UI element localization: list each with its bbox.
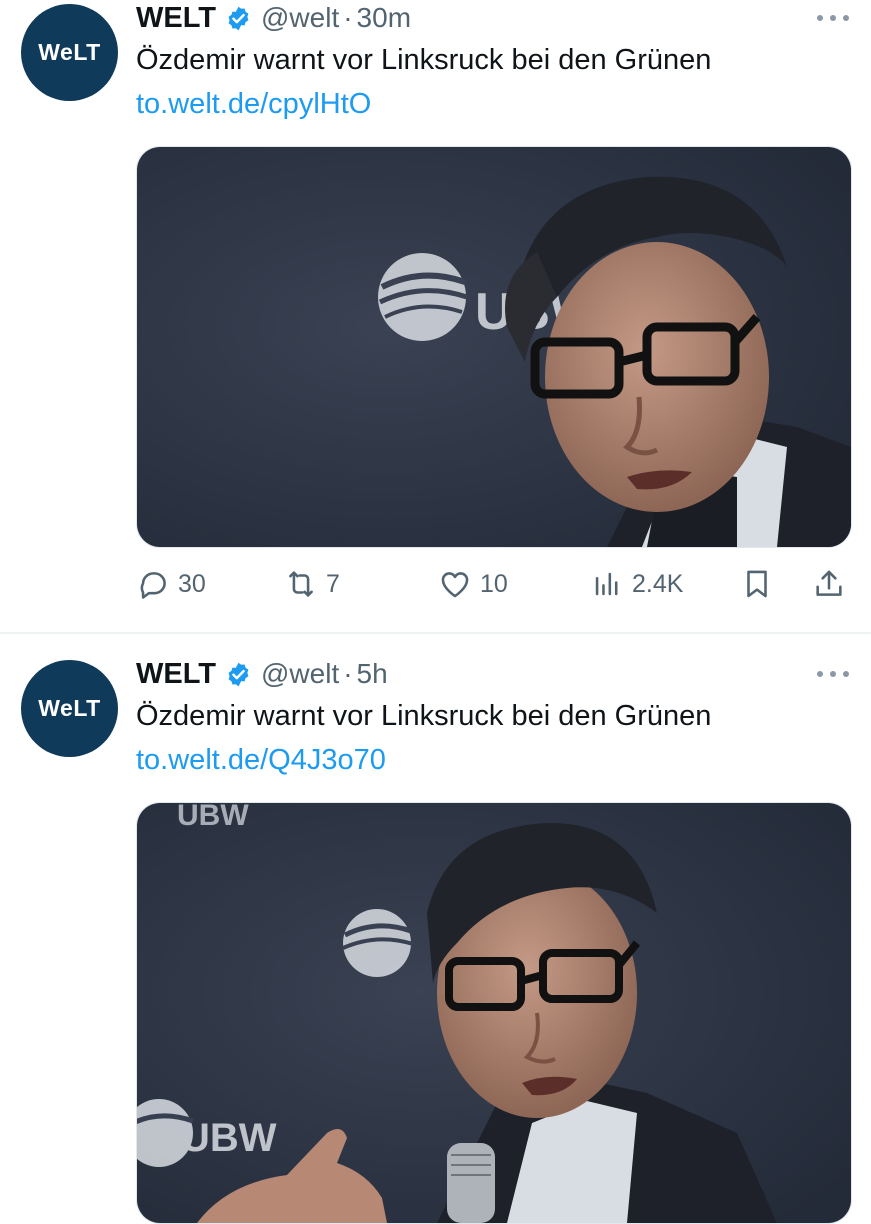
- reply-count: 30: [178, 569, 206, 598]
- background-logo-text: UBW: [181, 1116, 277, 1160]
- retweet-icon: [289, 571, 313, 597]
- like-icon: [441, 572, 469, 598]
- more-options-icon[interactable]: [817, 664, 849, 684]
- tweet-text: Özdemir warnt vor Linksruck bei den Grün…: [136, 44, 712, 76]
- avatar-logo-text: WeLT: [38, 39, 101, 65]
- tweet-photo: UBW UBW: [137, 803, 851, 1223]
- tweet-header: WELT @welt · 30m: [136, 0, 411, 36]
- author-name[interactable]: WELT: [136, 658, 216, 691]
- tweet-image[interactable]: UBW: [136, 146, 852, 548]
- avatar-logo-text: WeLT: [38, 695, 101, 721]
- timestamp[interactable]: 30m: [357, 2, 411, 34]
- reply-button[interactable]: 30: [136, 562, 206, 606]
- reply-icon: [140, 572, 166, 599]
- tweet-image[interactable]: UBW UBW: [136, 802, 852, 1224]
- verified-badge-icon: [228, 662, 249, 686]
- tweet-link[interactable]: to.welt.de/cpylHtO: [136, 88, 371, 121]
- avatar[interactable]: WeLT: [21, 660, 118, 757]
- bookmark-icon: [747, 570, 767, 598]
- tweet-text: Özdemir warnt vor Linksruck bei den Grün…: [136, 700, 712, 732]
- verified-badge-icon: [228, 6, 249, 30]
- retweet-button[interactable]: 7: [284, 562, 340, 606]
- avatar[interactable]: WeLT: [21, 4, 118, 101]
- retweet-count: 7: [326, 569, 340, 598]
- separator-dot: ·: [343, 658, 353, 689]
- more-options-icon[interactable]: [817, 8, 849, 28]
- author-handle[interactable]: @welt: [261, 2, 339, 34]
- views-button[interactable]: 2.4K: [590, 562, 683, 606]
- author-name[interactable]: WELT: [136, 2, 216, 35]
- tweet-actions: 30 7 10 2.4K: [136, 562, 850, 606]
- tweet[interactable]: WeLT WELT @welt · 5h Özdemir warnt vor L…: [0, 634, 871, 1224]
- bookmark-button[interactable]: [740, 562, 774, 606]
- share-icon: [816, 570, 842, 596]
- tweet-link[interactable]: to.welt.de/Q4J3o70: [136, 744, 386, 777]
- view-count: 2.4K: [632, 569, 684, 598]
- background-logo-text: UBW: [177, 803, 249, 832]
- tweet-header: WELT @welt · 5h: [136, 656, 388, 692]
- tweet-photo: UBW: [137, 147, 851, 547]
- views-icon: [595, 572, 618, 596]
- like-button[interactable]: 10: [438, 562, 508, 606]
- timestamp[interactable]: 5h: [357, 658, 388, 690]
- tweet[interactable]: WeLT WELT @welt · 30m Özdemir warnt vor …: [0, 0, 871, 632]
- share-button[interactable]: [812, 562, 846, 606]
- author-handle[interactable]: @welt: [261, 658, 339, 690]
- separator-dot: ·: [343, 2, 353, 33]
- like-count: 10: [480, 569, 508, 598]
